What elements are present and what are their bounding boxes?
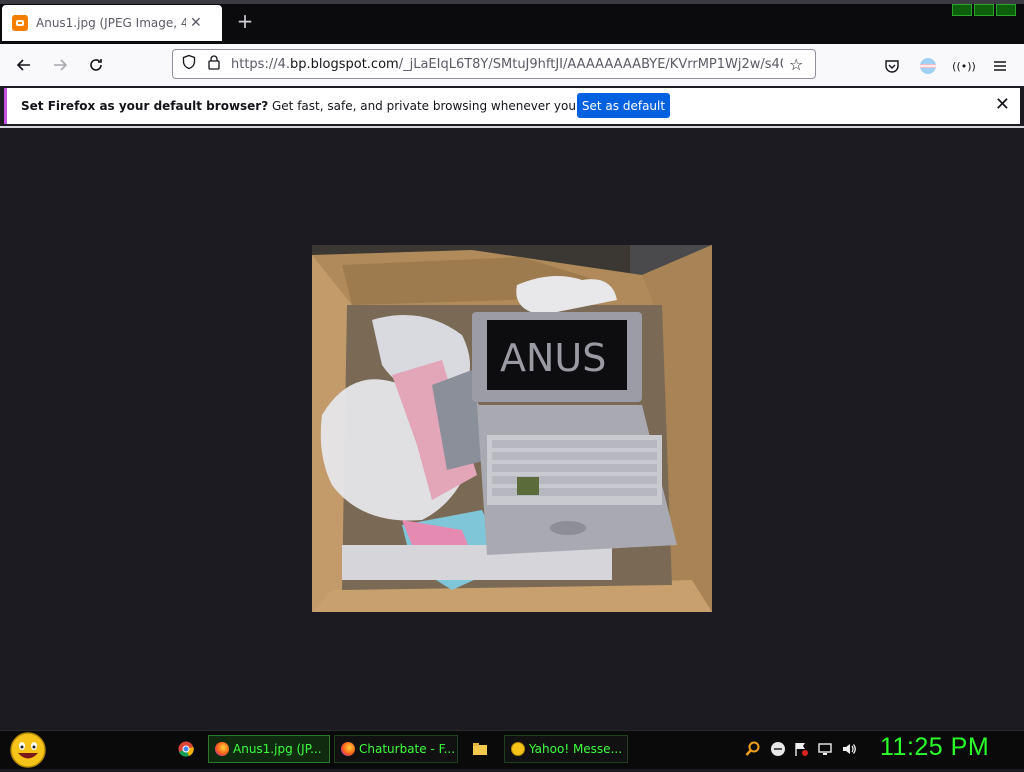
new-tab-button[interactable]: + — [234, 10, 256, 32]
app-menu-button[interactable] — [990, 56, 1010, 76]
firefox-icon — [341, 742, 355, 756]
photo-laptop-in-box: ANUS — [312, 245, 712, 612]
volume-icon[interactable] — [841, 741, 857, 757]
clock[interactable]: 11:25 PM — [880, 733, 989, 762]
jpeg-image[interactable]: ANUS — [312, 245, 712, 612]
pocket-icon — [885, 60, 899, 73]
taskbar-item-label: Yahoo! Messe... — [529, 742, 623, 756]
pocket-button[interactable] — [882, 56, 902, 76]
url-domain: bp.blogspot.com — [290, 56, 399, 72]
hamburger-menu-icon — [994, 61, 1006, 71]
tab-strip: Anus1.jpg (JPEG Image, 400 × 367 pixels)… — [0, 0, 1024, 44]
default-browser-notification: Set Firefox as your default browser? Get… — [4, 88, 1020, 124]
lock-icon[interactable] — [207, 54, 221, 74]
yahoo-smiley-small-icon — [511, 742, 525, 756]
reload-icon — [90, 59, 102, 71]
blogger-favicon-icon — [12, 15, 28, 31]
taskbar-item-label: Anus1.jpg (JP... — [233, 742, 322, 756]
forward-button[interactable] — [48, 53, 72, 77]
window-controls — [952, 4, 1016, 16]
url-path: /_jLaEIqL6T8Y/SMtuJ9hftJI/AAAAAAAABYE/KV… — [398, 56, 783, 72]
notification-message: Set Firefox as your default browser? Get… — [21, 99, 657, 113]
firefox-icon — [215, 742, 229, 756]
url-prefix: https://4. — [231, 56, 291, 72]
notification-bold-text: Set Firefox as your default browser? — [21, 99, 269, 113]
account-avatar-icon — [920, 58, 936, 74]
account-button[interactable] — [918, 56, 938, 76]
close-notification-icon[interactable]: ✕ — [995, 94, 1010, 115]
forward-arrow-icon — [54, 59, 68, 71]
set-as-default-button[interactable]: Set as default — [577, 93, 670, 118]
reload-button[interactable] — [84, 53, 108, 77]
action-center-flag-icon[interactable] — [793, 741, 809, 757]
folder-icon[interactable] — [472, 741, 488, 757]
bookmark-star-icon[interactable]: ☆ — [789, 55, 803, 74]
taskbar-item-yahoo-messenger[interactable]: Yahoo! Messe... — [504, 735, 628, 763]
tracking-protection-shield-icon[interactable] — [181, 54, 197, 74]
navigation-toolbar: https://4.bp.blogspot.com/_jLaEIqL6T8Y/S… — [0, 44, 1024, 86]
search-icon[interactable] — [745, 741, 761, 757]
taskbar-item-anus1[interactable]: Anus1.jpg (JP... — [208, 735, 330, 763]
tab-close-icon[interactable]: ✕ — [190, 15, 202, 31]
minimize-button[interactable] — [952, 4, 972, 16]
extension-button[interactable]: ((•)) — [952, 56, 976, 76]
back-button[interactable] — [12, 53, 36, 77]
address-bar[interactable]: https://4.bp.blogspot.com/_jLaEIqL6T8Y/S… — [172, 49, 816, 79]
taskbar-item-chaturbate[interactable]: Chaturbate - F... — [334, 735, 458, 763]
maximize-button[interactable] — [974, 4, 994, 16]
close-window-button[interactable] — [996, 4, 1016, 16]
laptop-screen-text: ANUS — [500, 336, 606, 380]
taskbar: Anus1.jpg (JP... Chaturbate - F... Yahoo… — [0, 730, 1024, 769]
tab-title: Anus1.jpg (JPEG Image, 400 × 367 pixels) — [36, 16, 186, 30]
start-button[interactable] — [8, 732, 48, 772]
extension-icon: ((•)) — [952, 59, 976, 73]
back-arrow-icon — [16, 59, 30, 71]
image-viewer: ANUS — [0, 128, 1024, 730]
tab-anus1-jpg[interactable]: Anus1.jpg (JPEG Image, 400 × 367 pixels)… — [2, 5, 222, 41]
url-text[interactable]: https://4.bp.blogspot.com/_jLaEIqL6T8Y/S… — [231, 57, 783, 72]
yahoo-smiley-icon — [10, 732, 46, 768]
messenger-status-icon[interactable] — [770, 741, 786, 757]
taskbar-item-label: Chaturbate - F... — [359, 742, 456, 756]
network-icon[interactable] — [817, 741, 833, 757]
title-bar — [0, 0, 1024, 4]
chrome-icon[interactable] — [178, 741, 194, 757]
